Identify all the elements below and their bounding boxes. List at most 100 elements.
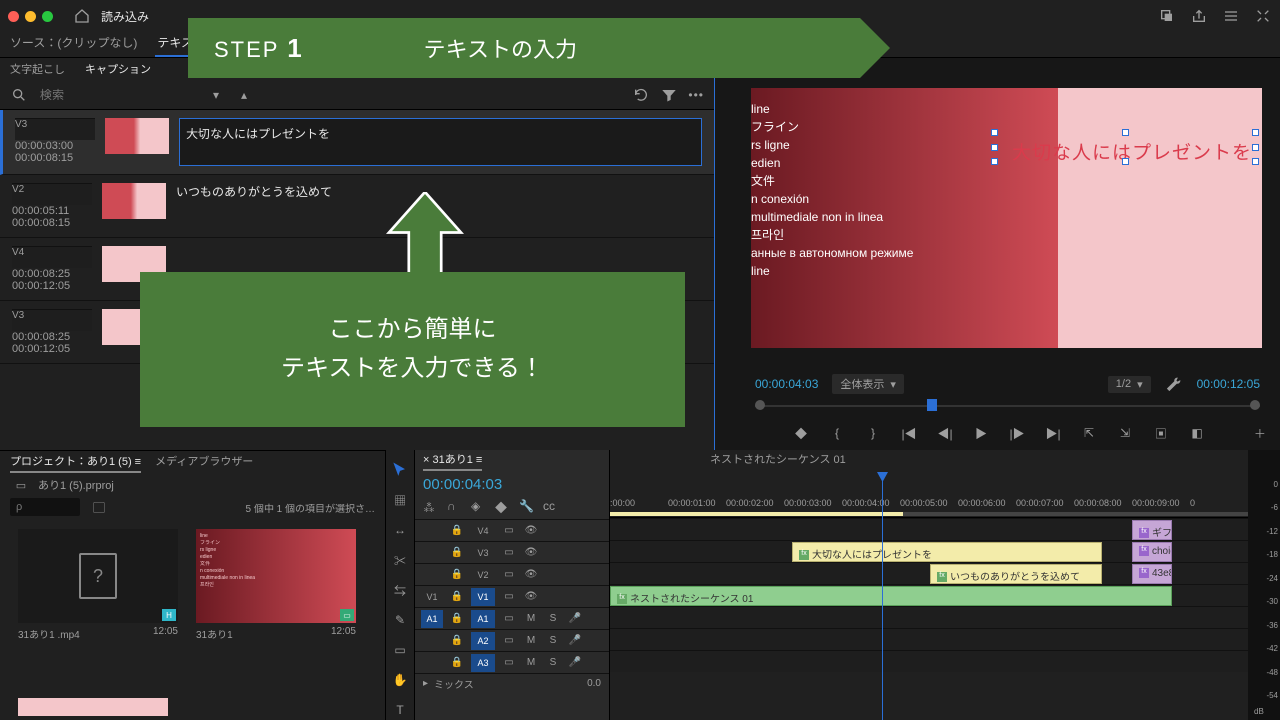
linked-sel-icon[interactable]: ∩ — [447, 499, 461, 513]
workspace-icon[interactable] — [1222, 7, 1240, 25]
go-out-icon[interactable]: ▶| — [1043, 423, 1063, 443]
program-scrubber[interactable] — [755, 396, 1260, 416]
out-point-icon[interactable]: } — [863, 423, 883, 443]
snap-icon[interactable]: ⁂ — [423, 499, 437, 513]
clip[interactable]: fxギフ — [1132, 520, 1172, 540]
next-icon[interactable]: ▴ — [235, 86, 253, 104]
lift-icon[interactable]: ⇱ — [1079, 423, 1099, 443]
zoom-fit-select[interactable]: 全体表示▾ — [832, 374, 904, 394]
wrench-icon[interactable]: 🔧 — [519, 499, 533, 513]
window-controls[interactable] — [8, 11, 53, 22]
caption-row[interactable]: V300:00:03:0000:00:08:15 大切な人にはプレゼントを — [0, 110, 714, 175]
go-in-icon[interactable]: |◀ — [899, 423, 919, 443]
import-label[interactable]: 読み込み — [101, 8, 149, 25]
track-a2[interactable] — [610, 628, 1248, 650]
track-header-a2[interactable]: 🔒A2▭MS🎤 — [415, 629, 609, 651]
settings-icon[interactable]: ◆ — [495, 499, 509, 513]
track-header-v3[interactable]: 🔒V3▭👁 — [415, 541, 609, 563]
track-header-v1[interactable]: V1🔒V1▭👁 — [415, 585, 609, 607]
track-header-a1[interactable]: A1🔒A1▭MS🎤 — [415, 607, 609, 629]
track-select-tool-icon[interactable]: ▦ — [390, 490, 410, 510]
marker-add-icon[interactable]: ◈ — [471, 499, 485, 513]
tab-source[interactable]: ソース：(クリップなし) — [8, 30, 139, 57]
sequence-tab-nested[interactable]: ネストされたシーケンス 01 — [710, 451, 846, 471]
tab-project[interactable]: プロジェクト：あり1 (5) ≡ — [10, 453, 141, 473]
type-tool-icon[interactable]: T — [390, 700, 410, 720]
project-item[interactable]: lineフラインrs ligneedien文件n conexiónmultime… — [196, 529, 356, 684]
slip-tool-icon[interactable]: ⇆ — [390, 580, 410, 600]
timeline-panel: × 31あり1 ≡ 00:00:04:03 ⁂ ∩ ◈ ◆ 🔧 cc 🔒V4▭👁… — [415, 450, 1280, 720]
caption-text-input[interactable]: 大切な人にはプレゼントを — [179, 118, 702, 166]
program-monitor: lineフラインrs ligne edien文件n conexión multi… — [715, 58, 1280, 450]
timeline-timecode[interactable]: 00:00:04:03 — [415, 472, 609, 497]
project-search-input[interactable] — [10, 498, 80, 516]
selection-tool-icon[interactable] — [390, 460, 410, 480]
project-item[interactable]: H 31あり1 .mp412:05 — [18, 529, 178, 684]
caption-row[interactable]: V200:00:05:1100:00:08:15 いつものありがとうを込めて — [0, 175, 714, 238]
tab-media-browser[interactable]: メディアブラウザー — [155, 453, 253, 473]
clip[interactable]: fxいつものありがとうを込めて — [930, 564, 1102, 584]
comparison-icon[interactable]: ◧ — [1187, 423, 1207, 443]
playhead[interactable] — [882, 472, 883, 720]
tab-caption[interactable]: キャプション — [85, 61, 151, 77]
marker-icon[interactable]: ◆ — [791, 423, 811, 443]
track-v4[interactable]: fxギフ — [610, 518, 1248, 540]
clip[interactable]: fx大切な人にはプレゼントを — [792, 542, 1102, 562]
clip[interactable]: fxchoigi — [1132, 542, 1172, 562]
track-v1[interactable]: fxネストされたシーケンス 01 — [610, 584, 1248, 606]
fullscreen-icon[interactable] — [1254, 7, 1272, 25]
pen-tool-icon[interactable]: ✎ — [390, 610, 410, 630]
audio-meters: 0-6-12 -18-24-30 -36-42-48 -54 dB — [1248, 450, 1280, 720]
transport-controls: ◆ { } |◀ ◀| ▶ |▶ ▶| ⇱ ⇲ ▣ ◧ ＋ — [715, 416, 1280, 450]
ripple-tool-icon[interactable]: ↔ — [390, 520, 410, 540]
clip[interactable]: fx43e8b — [1132, 564, 1172, 584]
track-v3[interactable]: fx大切な人にはプレゼントを fxchoigi — [610, 540, 1248, 562]
prev-icon[interactable]: ▾ — [207, 86, 225, 104]
tab-transcribe[interactable]: 文字起こし — [10, 61, 65, 77]
track-header-v4[interactable]: 🔒V4▭👁 — [415, 519, 609, 541]
rectangle-tool-icon[interactable]: ▭ — [390, 640, 410, 660]
program-duration: 00:00:12:05 — [1197, 377, 1260, 391]
razor-tool-icon[interactable]: ✂ — [390, 550, 410, 570]
step-back-icon[interactable]: ◀| — [935, 423, 955, 443]
sequence-badge: ▭ — [340, 609, 354, 621]
share-icon[interactable] — [1190, 7, 1208, 25]
caption-thumb — [105, 118, 169, 154]
button-editor-icon[interactable]: ＋ — [1250, 423, 1270, 443]
sequence-tab[interactable]: × 31あり1 ≡ — [423, 451, 482, 471]
annotation-banner: STEP 1 テキストの入力 — [188, 18, 890, 78]
track-header-a3[interactable]: 🔒A3▭MS🎤 — [415, 651, 609, 673]
quick-export-icon[interactable] — [1158, 7, 1176, 25]
play-icon[interactable]: ▶ — [971, 423, 991, 443]
cc-icon[interactable]: cc — [543, 499, 557, 513]
new-bin-icon[interactable]: ▢ — [90, 498, 108, 516]
annotation-callout: ここから簡単にテキストを入力できる！ — [140, 272, 685, 427]
filter-icon[interactable] — [660, 86, 678, 104]
refresh-icon[interactable] — [632, 86, 650, 104]
track-a1[interactable] — [610, 606, 1248, 628]
track-header-v2[interactable]: 🔒V2▭👁 — [415, 563, 609, 585]
extract-icon[interactable]: ⇲ — [1115, 423, 1135, 443]
clip[interactable]: fxネストされたシーケンス 01 — [610, 586, 1172, 606]
home-icon[interactable] — [73, 7, 91, 25]
program-timecode[interactable]: 00:00:04:03 — [755, 377, 818, 391]
zoom-window[interactable] — [42, 11, 53, 22]
program-view[interactable]: lineフラインrs ligne edien文件n conexión multi… — [751, 88, 1262, 348]
background-text: lineフラインrs ligne edien文件n conexión multi… — [751, 100, 913, 280]
step-fwd-icon[interactable]: |▶ — [1007, 423, 1027, 443]
search-icon[interactable] — [10, 86, 28, 104]
selection-handles[interactable] — [994, 132, 1256, 162]
minimize-window[interactable] — [25, 11, 36, 22]
track-a3[interactable] — [610, 650, 1248, 672]
search-input[interactable] — [38, 87, 197, 103]
track-v2[interactable]: fxいつものありがとうを込めて fx43e8b — [610, 562, 1248, 584]
export-frame-icon[interactable]: ▣ — [1151, 423, 1171, 443]
panel-menu-icon[interactable]: ••• — [688, 88, 704, 102]
close-window[interactable] — [8, 11, 19, 22]
in-point-icon[interactable]: { — [827, 423, 847, 443]
bin-icon: ▭ — [12, 476, 30, 494]
hand-tool-icon[interactable]: ✋ — [390, 670, 410, 690]
settings-icon[interactable] — [1165, 375, 1183, 393]
time-ruler[interactable]: :00:0000:00:01:0000:00:02:00 00:00:03:00… — [610, 472, 1248, 518]
resolution-select[interactable]: 1/2▾ — [1108, 376, 1151, 393]
